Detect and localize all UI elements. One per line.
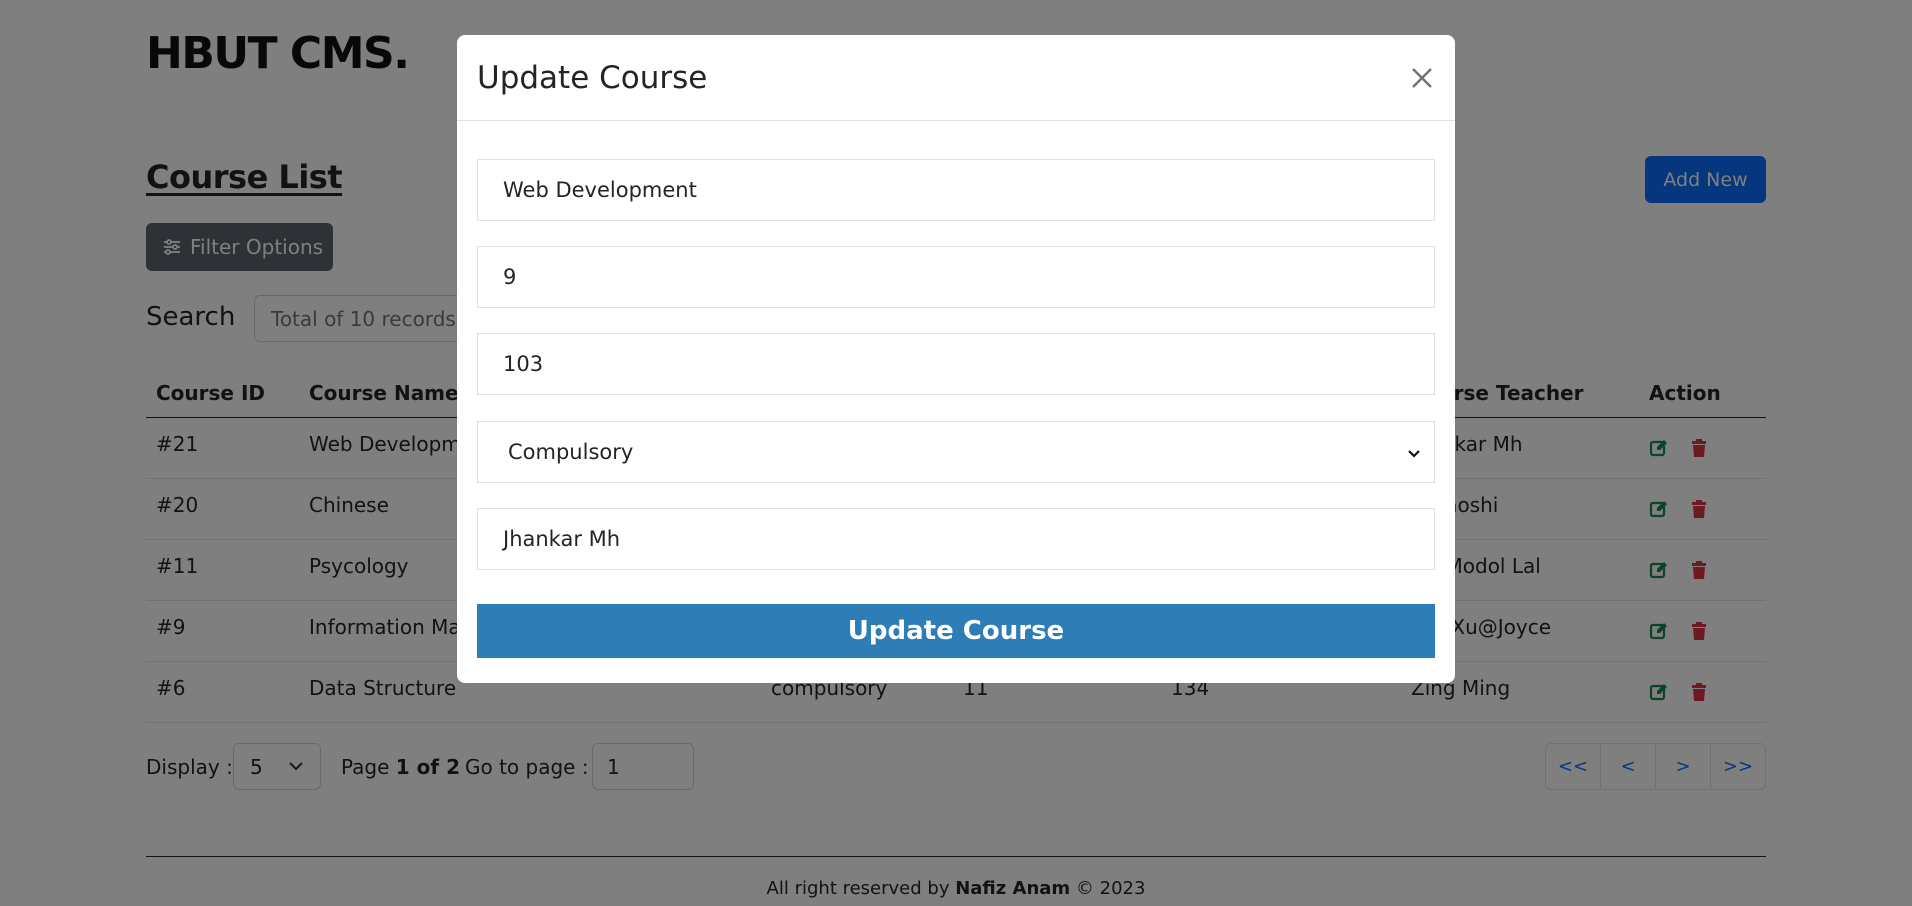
course-type-value: Compulsory (508, 440, 634, 464)
course-name-field[interactable]: Web Development (477, 159, 1435, 221)
update-course-button[interactable]: Update Course (477, 604, 1435, 658)
modal-header: Update Course (457, 35, 1455, 121)
modal-title: Update Course (477, 60, 708, 96)
close-button[interactable] (1407, 63, 1437, 93)
chevron-down-icon (1408, 450, 1420, 458)
update-course-modal: Update Course Web Development 9 103 Comp… (457, 35, 1455, 683)
course-type-select[interactable]: Compulsory (477, 421, 1435, 483)
close-icon (1412, 68, 1432, 88)
hours-field[interactable]: 103 (477, 333, 1435, 395)
credit-field[interactable]: 9 (477, 246, 1435, 308)
teacher-field[interactable]: Jhankar Mh (477, 508, 1435, 570)
